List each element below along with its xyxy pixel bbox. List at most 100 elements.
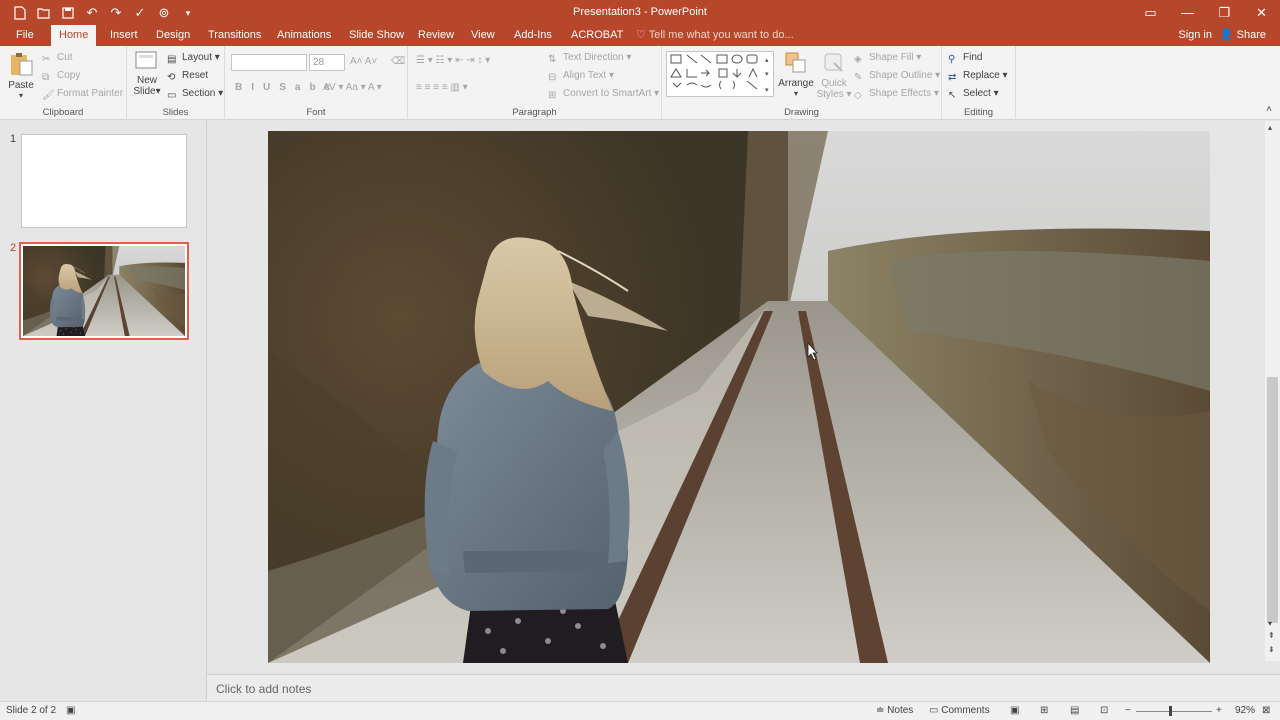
cut-button[interactable]: ✂ Cut <box>42 52 73 66</box>
tab-home[interactable]: Home <box>51 25 97 46</box>
share-label: Share <box>1236 29 1266 41</box>
search-icon: ⚲ <box>948 54 956 65</box>
shape-outline-button[interactable]: ✎ Shape Outline ▾ <box>854 70 940 84</box>
tab-animations[interactable]: Animations <box>269 25 339 46</box>
shape-fill-button[interactable]: ◈ Shape Fill ▾ <box>854 52 921 66</box>
convert-smartart-button[interactable]: ⊞ Convert to SmartArt ▾ <box>548 88 659 102</box>
spell-check-icon[interactable]: ▣ <box>66 705 75 716</box>
reading-view-icon[interactable]: ▤ <box>1070 705 1079 716</box>
effects-icon: ◇ <box>854 90 862 101</box>
find-button[interactable]: ⚲ Find <box>948 52 982 66</box>
tab-acrobat[interactable]: ACROBAT <box>563 25 631 46</box>
slide-sorter-icon[interactable]: ⊞ <box>1040 705 1048 716</box>
shape-fill-label: Shape Fill <box>869 52 914 63</box>
smartart-icon: ⊞ <box>548 90 557 101</box>
new-slide-icon <box>135 51 157 69</box>
vertical-scrollbar[interactable]: ▴ ▾ ⇞ ⇟ <box>1265 121 1280 661</box>
editing-group-label: Editing <box>963 107 994 118</box>
fit-slide-icon[interactable]: ⊠ <box>1262 705 1270 716</box>
new-slide-button[interactable]: New Slide▾ <box>132 50 162 97</box>
close-icon[interactable]: ✕ <box>1243 0 1280 25</box>
format-painter-button[interactable]: 🖌 Format Painter <box>42 88 123 102</box>
tab-slide-show[interactable]: Slide Show <box>341 25 412 46</box>
alignment-icons[interactable]: ≡ ≡ ≡ ≡ ▥ ▾ <box>416 82 468 93</box>
tell-me-search[interactable]: ♡ Tell me what you want to do... <box>636 25 794 46</box>
grow-font-icon[interactable]: A˄ A˅ <box>350 56 377 67</box>
shape-effects-label: Shape Effects <box>869 88 932 99</box>
notes-pane[interactable]: Click to add notes <box>207 674 1280 701</box>
reset-icon: ⟲ <box>167 72 176 83</box>
cursor-icon: ↖ <box>948 90 957 101</box>
slide-number-2: 2 <box>10 242 17 254</box>
copy-icon: ⧉ <box>42 72 50 83</box>
quick-styles-label-2: Styles ▾ <box>816 89 852 100</box>
tab-design[interactable]: Design <box>148 25 198 46</box>
group-paragraph: ☰ ▾ ☷ ▾ ⇤ ⇥ ↕ ▾ ≡ ≡ ≡ ≡ ▥ ▾ ⇅ Text Direct… <box>408 46 662 120</box>
clear-format-icon[interactable]: ⌫ <box>391 56 405 67</box>
zoom-slider[interactable] <box>1136 711 1212 712</box>
slide-canvas[interactable] <box>268 131 1210 663</box>
section-button[interactable]: ▭ Section ▾ <box>167 88 223 102</box>
slideshow-view-icon[interactable]: ⊡ <box>1100 705 1108 716</box>
align-text-button[interactable]: ⊟ Align Text ▾ <box>548 70 614 84</box>
scroll-up-icon[interactable]: ▴ <box>1268 123 1272 132</box>
zoom-in-icon[interactable]: + <box>1216 705 1222 716</box>
bullets-icon[interactable]: ☰ ▾ ☷ ▾ ⇤ ⇥ ↕ ▾ <box>416 55 490 66</box>
section-label: Section <box>182 88 216 99</box>
shape-outline-label: Shape Outline <box>869 70 933 81</box>
char-spacing-icon[interactable]: AV ▾ Aa ▾ A ▾ <box>323 82 382 93</box>
collapse-ribbon-icon[interactable]: ˄ <box>1266 104 1272 115</box>
section-icon: ▭ <box>167 90 177 101</box>
tab-add-ins[interactable]: Add-Ins <box>506 25 560 46</box>
slide-number-1: 1 <box>10 133 17 145</box>
tab-file[interactable]: File <box>8 25 42 46</box>
svg-text:▾: ▾ <box>765 71 769 78</box>
tab-review[interactable]: Review <box>410 25 462 46</box>
layout-icon: ▤ <box>167 54 177 65</box>
notes-label: Notes <box>887 705 914 716</box>
minimize-icon[interactable]: — <box>1169 0 1206 25</box>
title-bar: ↶ ↷ ✓ ⊚ ▾ Presentation3 - PowerPoint ▭ —… <box>0 0 1280 25</box>
font-size-box[interactable]: 28 <box>309 54 345 71</box>
format-painter-label: Format Painter <box>57 88 124 99</box>
person-icon: 👤 <box>1219 29 1237 41</box>
text-direction-icon: ⇅ <box>548 54 557 65</box>
prev-slide-icon[interactable]: ⇞ <box>1268 631 1275 640</box>
shapes-gallery[interactable]: ▴ ▾ ▾ <box>666 51 774 97</box>
group-editing: ⚲ Find ⇄ Replace ▾ ↖ Select ▾ Editing <box>942 46 1016 120</box>
notes-button[interactable]: ≐ Notes <box>876 705 913 716</box>
comments-label: Comments <box>941 705 990 716</box>
font-name-box[interactable] <box>231 54 307 71</box>
scroll-down-icon[interactable]: ▾ <box>1268 619 1272 628</box>
scroll-thumb[interactable] <box>1267 377 1278 623</box>
text-direction-button[interactable]: ⇅ Text Direction ▾ <box>548 52 631 66</box>
tab-transitions[interactable]: Transitions <box>200 25 269 46</box>
slides-group-label: Slides <box>162 107 189 118</box>
maximize-icon[interactable]: ❐ <box>1206 0 1243 25</box>
reset-button[interactable]: ⟲ Reset <box>167 70 208 84</box>
comments-button[interactable]: ▭ Comments <box>929 705 990 716</box>
zoom-slider-thumb[interactable] <box>1169 706 1172 716</box>
paste-button[interactable]: Paste ▾ <box>6 51 36 100</box>
slide-thumbnail-2[interactable] <box>19 242 189 340</box>
select-button[interactable]: ↖ Select ▾ <box>948 88 999 102</box>
tab-insert[interactable]: Insert <box>102 25 146 46</box>
group-slides: New Slide▾ ▤ Layout ▾ ⟲ Reset ▭ Section ▾ S… <box>127 46 225 120</box>
next-slide-icon[interactable]: ⇟ <box>1268 645 1275 654</box>
layout-button[interactable]: ▤ Layout ▾ <box>167 52 220 66</box>
zoom-out-icon[interactable]: − <box>1125 705 1131 716</box>
replace-button[interactable]: ⇄ Replace ▾ <box>948 70 1008 84</box>
shape-effects-button[interactable]: ◇ Shape Effects ▾ <box>854 88 939 102</box>
arrange-button[interactable]: Arrange ▾ <box>778 51 814 98</box>
zoom-level[interactable]: 92% <box>1235 705 1255 716</box>
copy-button[interactable]: ⧉ Copy <box>42 70 80 84</box>
normal-view-icon[interactable]: ▣ <box>1010 705 1019 716</box>
sign-in-link[interactable]: Sign in <box>1178 25 1212 46</box>
ribbon-display-icon[interactable]: ▭ <box>1132 0 1169 25</box>
share-button[interactable]: 👤 Share <box>1220 25 1266 46</box>
pen-icon: ✎ <box>854 72 863 83</box>
group-drawing: ▴ ▾ ▾ Arrange ▾ Quick Styles ▾ ◈ Shape Fill… <box>662 46 942 120</box>
quick-styles-button[interactable]: Quick Styles ▾ <box>816 51 852 100</box>
slide-thumbnail-1[interactable] <box>21 134 187 228</box>
tab-view[interactable]: View <box>463 25 503 46</box>
